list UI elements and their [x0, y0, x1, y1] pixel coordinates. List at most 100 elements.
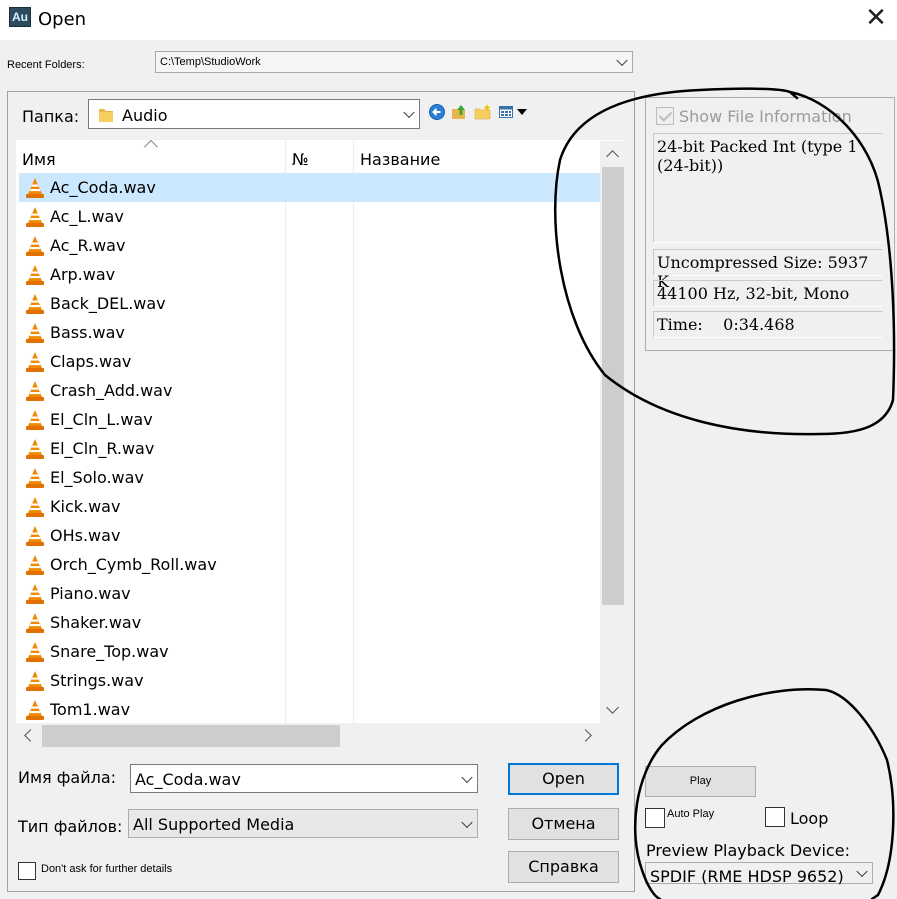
- help-button[interactable]: Справка: [508, 851, 619, 883]
- filetype-dropdown[interactable]: All Supported Media: [128, 809, 478, 838]
- format-info: 24-bit Packed Int (type 1 (24-bit)): [653, 133, 883, 243]
- recent-folders-value: C:\Temp\StudioWork: [160, 56, 261, 68]
- folder-icon: [99, 109, 113, 122]
- format-text: 24-bit Packed Int (type 1 (24-bit)): [657, 137, 858, 175]
- vlc-cone-icon: [26, 642, 44, 662]
- filename-label: Имя файла:: [18, 768, 117, 787]
- horizontal-scroll-thumb[interactable]: [42, 725, 340, 747]
- new-folder-icon[interactable]: [474, 103, 492, 121]
- vlc-cone-icon: [26, 671, 44, 691]
- vlc-cone-icon: [26, 700, 44, 720]
- file-name: El_Cln_L.wav: [50, 410, 153, 429]
- file-name: El_Solo.wav: [50, 468, 144, 487]
- horizontal-scrollbar[interactable]: [16, 723, 600, 749]
- vlc-cone-icon: [26, 410, 44, 430]
- preview-device-label: Preview Playback Device:: [646, 841, 850, 860]
- vlc-cone-icon: [26, 439, 44, 459]
- file-name: OHs.wav: [50, 526, 121, 545]
- vlc-cone-icon: [26, 526, 44, 546]
- file-row[interactable]: Crash_Add.wav: [19, 376, 600, 405]
- column-header-title[interactable]: Название: [360, 150, 440, 169]
- dont-ask-checkbox[interactable]: [18, 862, 36, 880]
- vlc-cone-icon: [26, 584, 44, 604]
- view-menu-icon[interactable]: [498, 103, 532, 121]
- file-row[interactable]: El_Cln_L.wav: [19, 405, 600, 434]
- recent-folders-dropdown[interactable]: C:\Temp\StudioWork: [155, 51, 633, 73]
- filename-combo[interactable]: Ac_Coda.wav: [130, 764, 478, 793]
- file-name: Bass.wav: [50, 323, 125, 342]
- scroll-right-icon[interactable]: [579, 729, 592, 742]
- filename-input[interactable]: Ac_Coda.wav: [135, 770, 241, 789]
- column-header-name[interactable]: Имя: [22, 150, 56, 169]
- file-row[interactable]: Bass.wav: [19, 318, 600, 347]
- vlc-cone-icon: [26, 613, 44, 633]
- show-file-info-checkbox[interactable]: [656, 107, 674, 125]
- file-name: Ac_L.wav: [50, 207, 124, 226]
- file-name: Piano.wav: [50, 584, 131, 603]
- playback-device-value: SPDIF (RME HDSP 9652): [650, 867, 844, 886]
- rate-info: 44100 Hz, 32-bit, Mono: [653, 280, 883, 307]
- file-name: Snare_Top.wav: [50, 642, 169, 661]
- file-name: Tom1.wav: [50, 700, 131, 719]
- file-row[interactable]: Piano.wav: [19, 579, 600, 608]
- cancel-button[interactable]: Отмена: [508, 808, 619, 840]
- vertical-scrollbar[interactable]: [600, 141, 626, 723]
- auto-play-label: Auto Play: [667, 808, 715, 820]
- file-name: Ac_Coda.wav: [50, 178, 156, 197]
- file-name: El_Cln_R.wav: [50, 439, 155, 458]
- file-row[interactable]: Strings.wav: [19, 666, 600, 695]
- scroll-left-icon[interactable]: [24, 729, 37, 742]
- file-name: Crash_Add.wav: [50, 381, 173, 400]
- file-name: Orch_Cymb_Roll.wav: [50, 555, 217, 574]
- auto-play-checkbox[interactable]: [645, 808, 665, 828]
- loop-checkbox[interactable]: [765, 807, 785, 827]
- time-info: Time: 0:34.468: [653, 311, 883, 338]
- vlc-cone-icon: [26, 265, 44, 285]
- size-info: Uncompressed Size: 5937 K: [653, 249, 883, 291]
- file-row[interactable]: Ac_R.wav: [19, 231, 600, 260]
- vlc-cone-icon: [26, 178, 44, 198]
- close-button[interactable]: ✕: [858, 4, 894, 34]
- window-title: Open: [38, 9, 87, 30]
- time-text: Time: 0:34.468: [657, 315, 795, 334]
- vlc-cone-icon: [26, 207, 44, 227]
- file-row[interactable]: Arp.wav: [19, 260, 600, 289]
- file-row[interactable]: El_Cln_R.wav: [19, 434, 600, 463]
- file-row[interactable]: Tom1.wav: [19, 695, 600, 724]
- file-row[interactable]: Ac_Coda.wav: [19, 173, 600, 202]
- scroll-down-icon[interactable]: [606, 701, 619, 714]
- file-row[interactable]: Orch_Cymb_Roll.wav: [19, 550, 600, 579]
- file-row[interactable]: Kick.wav: [19, 492, 600, 521]
- vlc-cone-icon: [26, 497, 44, 517]
- file-name: Kick.wav: [50, 497, 121, 516]
- file-name: Claps.wav: [50, 352, 132, 371]
- title-bar: Au Open ✕: [0, 0, 897, 40]
- file-row[interactable]: Snare_Top.wav: [19, 637, 600, 666]
- file-row[interactable]: El_Solo.wav: [19, 463, 600, 492]
- filetype-value: All Supported Media: [133, 815, 295, 834]
- folder-dropdown[interactable]: Audio: [88, 99, 420, 129]
- play-button[interactable]: Play: [645, 766, 756, 797]
- open-button[interactable]: Open: [508, 763, 619, 795]
- folder-label: Папка:: [22, 107, 80, 126]
- recent-folders-label: Recent Folders:: [7, 59, 85, 71]
- file-row[interactable]: Shaker.wav: [19, 608, 600, 637]
- up-folder-icon[interactable]: [450, 103, 468, 121]
- file-rows: Ac_Coda.wav Ac_L.wav Ac_R.wav Arp.wav Back_D…: [19, 173, 600, 724]
- file-row[interactable]: Back_DEL.wav: [19, 289, 600, 318]
- file-row[interactable]: OHs.wav: [19, 521, 600, 550]
- chevron-down-icon[interactable]: [461, 771, 473, 783]
- column-header-number[interactable]: №: [292, 150, 309, 169]
- vlc-cone-icon: [26, 323, 44, 343]
- file-row[interactable]: Ac_L.wav: [19, 202, 600, 231]
- file-row[interactable]: Claps.wav: [19, 347, 600, 376]
- file-name: Shaker.wav: [50, 613, 142, 632]
- chevron-down-icon: [856, 865, 868, 878]
- vlc-cone-icon: [26, 468, 44, 488]
- show-file-info-label: Show File Information: [679, 107, 852, 126]
- vertical-scroll-thumb[interactable]: [602, 167, 624, 605]
- vlc-cone-icon: [26, 294, 44, 314]
- back-icon[interactable]: [428, 103, 446, 121]
- scroll-up-icon[interactable]: [606, 150, 619, 163]
- playback-device-dropdown[interactable]: SPDIF (RME HDSP 9652): [645, 862, 873, 886]
